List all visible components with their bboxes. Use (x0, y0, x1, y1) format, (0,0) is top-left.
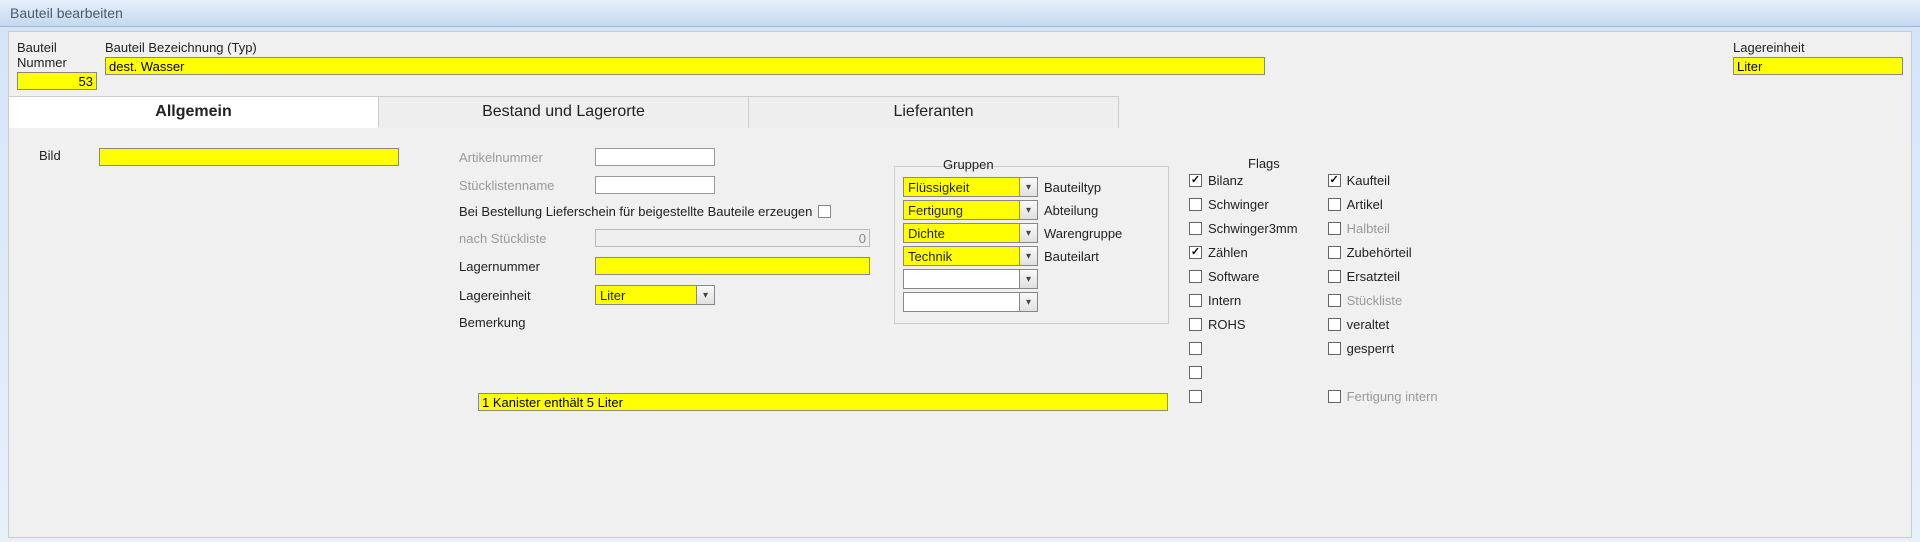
bestellung-checkbox[interactable] (818, 205, 831, 218)
bemerkung-input[interactable] (478, 393, 1168, 411)
bauteil-bezeichnung-label: Bauteil Bezeichnung (Typ) (105, 40, 1265, 55)
chevron-down-icon[interactable]: ▾ (1019, 247, 1037, 265)
gruppen-label-1: Abteilung (1044, 203, 1098, 218)
flag-checkbox-Bilanz[interactable] (1189, 174, 1202, 187)
flag-label-Ersatzteil: Ersatzteil (1347, 269, 1400, 284)
gruppen-combo-2[interactable]: Dichte▾ (903, 223, 1038, 243)
flag-checkbox-8[interactable] (1189, 366, 1202, 379)
stuecklistenname-input[interactable] (595, 176, 715, 194)
chevron-down-icon[interactable]: ▾ (1019, 270, 1037, 288)
flag-checkbox-veraltet[interactable] (1328, 318, 1341, 331)
flag-checkbox-ROHS[interactable] (1189, 318, 1202, 331)
gruppen-combo-0[interactable]: Flüssigkeit▾ (903, 177, 1038, 197)
chevron-down-icon[interactable]: ▾ (1019, 224, 1037, 242)
artikelnummer-label: Artikelnummer (459, 150, 589, 165)
flag-label-Schwinger3mm: Schwinger3mm (1208, 221, 1298, 236)
lagereinheit-header-input[interactable] (1733, 57, 1903, 75)
flag-label-gesperrt: gesperrt (1347, 341, 1395, 356)
flag-checkbox-gesperrt[interactable] (1328, 342, 1341, 355)
flag-label-Software: Software (1208, 269, 1259, 284)
gruppen-title: Gruppen (939, 157, 998, 172)
flag-checkbox-Stückliste[interactable] (1328, 294, 1341, 307)
gruppen-combo-4[interactable]: ▾ (903, 269, 1038, 289)
gruppen-label-2: Warengruppe (1044, 226, 1122, 241)
flag-label-Stückliste: Stückliste (1347, 293, 1403, 308)
tab-allgemein[interactable]: Allgemein (9, 96, 379, 128)
tab-bestand[interactable]: Bestand und Lagerorte (379, 96, 749, 128)
stuecklistenname-label: Stücklistenname (459, 178, 589, 193)
flag-checkbox-Halbteil[interactable] (1328, 222, 1341, 235)
flag-checkbox-Ersatzteil[interactable] (1328, 270, 1341, 283)
gruppen-combo-5[interactable]: ▾ (903, 292, 1038, 312)
bemerkung-label: Bemerkung (459, 315, 589, 330)
lagernummer-input[interactable] (595, 257, 870, 275)
nach-stueckliste-label: nach Stückliste (459, 231, 589, 246)
bild-label: Bild (39, 148, 79, 166)
flag-checkbox-9[interactable] (1189, 390, 1202, 403)
bauteil-nummer-label: Bauteil Nummer (17, 40, 97, 70)
gruppen-panel: Gruppen Flüssigkeit▾BauteiltypFertigung▾… (894, 166, 1169, 324)
flag-label-Halbteil: Halbteil (1347, 221, 1390, 236)
gruppen-label-3: Bauteilart (1044, 249, 1099, 264)
gruppen-combo-3[interactable]: Technik▾ (903, 246, 1038, 266)
chevron-down-icon[interactable]: ▾ (696, 286, 714, 304)
bild-input[interactable] (99, 148, 399, 166)
chevron-down-icon[interactable]: ▾ (1019, 178, 1037, 196)
flag-label-Intern: Intern (1208, 293, 1241, 308)
artikelnummer-input[interactable] (595, 148, 715, 166)
flag-label-Bilanz: Bilanz (1208, 173, 1243, 188)
nach-stueckliste-input[interactable] (595, 229, 870, 247)
flag-checkbox-Artikel[interactable] (1328, 198, 1341, 211)
flags-title: Flags (1244, 156, 1284, 171)
lagereinheit-label: Lagereinheit (459, 288, 589, 303)
flag-checkbox-Zubehörteil[interactable] (1328, 246, 1341, 259)
flag-checkbox-Schwinger[interactable] (1189, 198, 1202, 211)
gruppen-label-0: Bauteiltyp (1044, 180, 1101, 195)
bestellung-label: Bei Bestellung Lieferschein für beigeste… (459, 204, 812, 219)
flag-label-Zählen: Zählen (1208, 245, 1248, 260)
bauteil-bezeichnung-input[interactable] (105, 57, 1265, 75)
flag-checkbox-7[interactable] (1189, 342, 1202, 355)
flag-label-Artikel: Artikel (1347, 197, 1383, 212)
flag-checkbox-Intern[interactable] (1189, 294, 1202, 307)
flag-checkbox-Software[interactable] (1189, 270, 1202, 283)
flags-panel: Flags BilanzSchwingerSchwinger3mmZählenS… (1189, 166, 1489, 405)
tab-lieferanten[interactable]: Lieferanten (749, 96, 1119, 128)
lagereinheit-combo[interactable]: Liter ▾ (595, 285, 715, 305)
flag-label-ROHS: ROHS (1208, 317, 1246, 332)
bauteil-nummer-input[interactable] (17, 72, 97, 90)
lagereinheit-header-label: Lagereinheit (1733, 40, 1903, 55)
flag-label-Schwinger: Schwinger (1208, 197, 1269, 212)
chevron-down-icon[interactable]: ▾ (1019, 201, 1037, 219)
flag-label-Fertigung intern: Fertigung intern (1347, 389, 1438, 404)
flag-checkbox-Schwinger3mm[interactable] (1189, 222, 1202, 235)
flag-checkbox-Fertigung intern[interactable] (1328, 390, 1341, 403)
flag-label-veraltet: veraltet (1347, 317, 1390, 332)
gruppen-combo-1[interactable]: Fertigung▾ (903, 200, 1038, 220)
flag-label-Kaufteil: Kaufteil (1347, 173, 1390, 188)
lagernummer-label: Lagernummer (459, 259, 589, 274)
chevron-down-icon[interactable]: ▾ (1019, 293, 1037, 311)
window-title: Bauteil bearbeiten (0, 0, 1920, 27)
flag-checkbox-Kaufteil[interactable] (1328, 174, 1341, 187)
flag-label-Zubehörteil: Zubehörteil (1347, 245, 1412, 260)
flag-checkbox-Zählen[interactable] (1189, 246, 1202, 259)
